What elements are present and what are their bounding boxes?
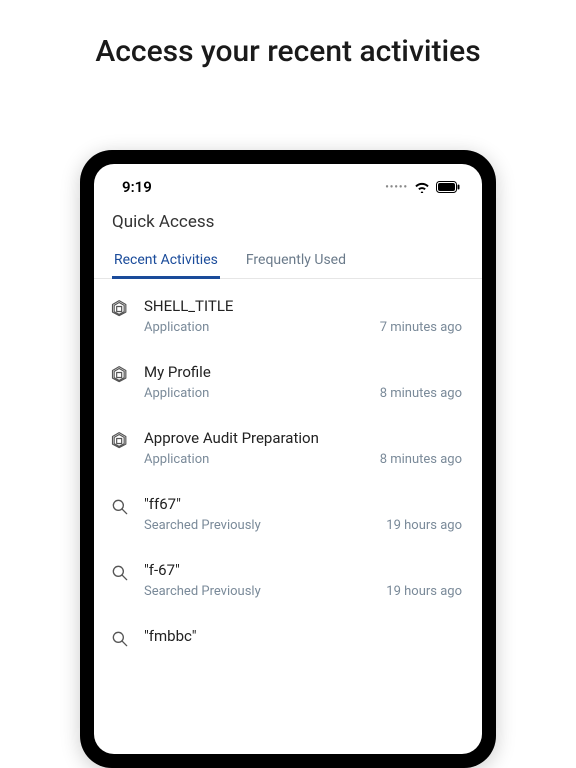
item-time: 8 minutes ago [372,452,462,467]
application-icon [110,299,130,319]
application-icon [110,365,130,385]
application-icon [110,431,130,451]
status-bar: 9:19 ••••• [94,164,482,202]
recent-activities-list: SHELL_TITLE Application 7 minutes ago My… [94,279,482,649]
item-title: My Profile [144,363,462,381]
item-time: 19 hours ago [378,584,462,599]
item-time: 19 hours ago [378,518,462,533]
tab-recent-activities[interactable]: Recent Activities [112,244,220,278]
list-item[interactable]: My Profile Application 8 minutes ago [94,349,482,415]
item-title: "ff67" [144,495,462,513]
item-subtitle: Searched Previously [144,584,261,599]
list-item[interactable]: "ff67" Searched Previously 19 hours ago [94,481,482,547]
page-title: Quick Access [94,202,482,244]
tab-frequently-used[interactable]: Frequently Used [244,244,348,278]
item-subtitle: Application [144,452,209,467]
search-icon [110,497,130,517]
item-subtitle: Application [144,320,209,335]
cellular-dots-icon: ••••• [385,182,408,193]
list-item[interactable]: SHELL_TITLE Application 7 minutes ago [94,283,482,349]
item-title: SHELL_TITLE [144,297,462,315]
item-title: "fmbbc" [144,627,462,645]
search-icon [110,629,130,649]
battery-icon [436,181,460,193]
tab-bar: Recent Activities Frequently Used [94,244,482,279]
search-icon [110,563,130,583]
page-headline: Access your recent activities [0,0,576,69]
tablet-frame: 9:19 ••••• Quick Access Recent Activitie… [80,150,496,768]
item-time: 8 minutes ago [372,386,462,401]
list-item[interactable]: "f-67" Searched Previously 19 hours ago [94,547,482,613]
status-time: 9:19 [122,178,152,196]
list-item[interactable]: "fmbbc" [94,613,482,649]
item-time: 7 minutes ago [372,320,462,335]
list-item[interactable]: Approve Audit Preparation Application 8 … [94,415,482,481]
item-subtitle: Application [144,386,209,401]
tablet-screen: 9:19 ••••• Quick Access Recent Activitie… [94,164,482,754]
wifi-icon [414,181,430,193]
item-title: "f-67" [144,561,462,579]
item-subtitle: Searched Previously [144,518,261,533]
item-title: Approve Audit Preparation [144,429,462,447]
